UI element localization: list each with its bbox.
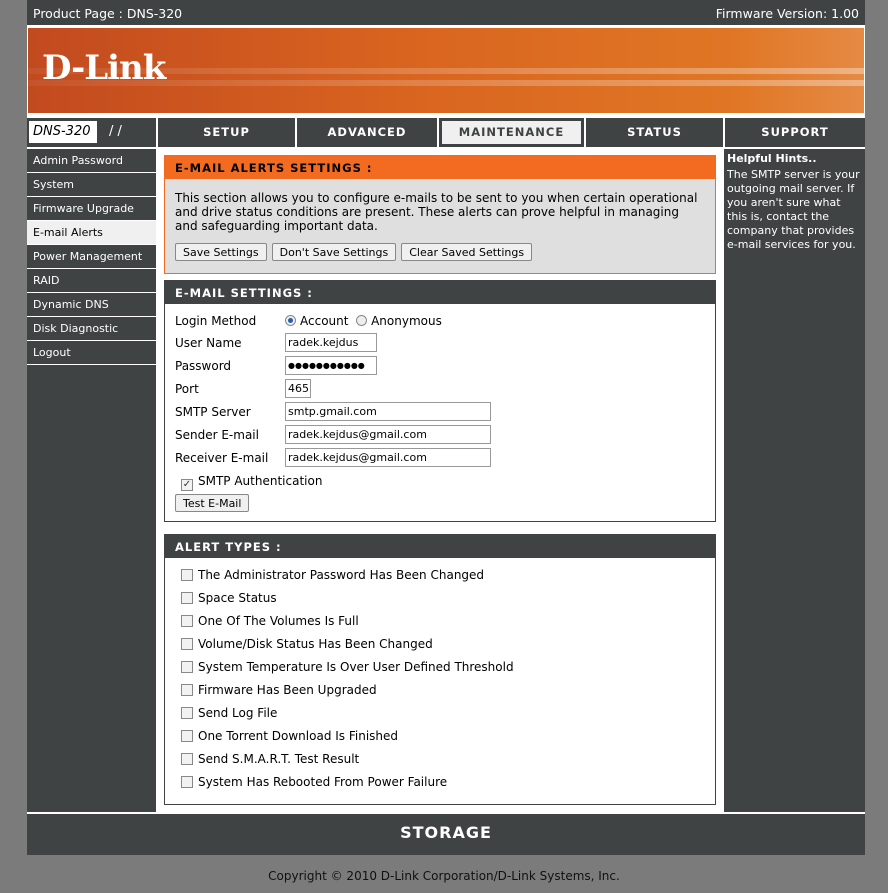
smtp-auth-checkbox[interactable]: ✓ — [181, 479, 193, 491]
sender-email-input[interactable]: radek.kejdus@gmail.com — [285, 425, 491, 444]
alert-type-item: One Of The Volumes Is Full — [181, 614, 359, 628]
sidebar-item-logout[interactable]: Logout — [27, 341, 156, 365]
copyright: Copyright © 2010 D-Link Corporation/D-Li… — [268, 869, 620, 883]
clear-saved-settings-button[interactable]: Clear Saved Settings — [401, 243, 533, 261]
alert-label: Volume/Disk Status Has Been Changed — [198, 637, 433, 651]
alert-label: System Has Rebooted From Power Failure — [198, 775, 448, 789]
login-method-label: Login Method — [175, 314, 257, 328]
section-title: E-MAIL ALERTS SETTINGS : — [165, 156, 715, 179]
alert-checkbox[interactable] — [181, 684, 193, 696]
alert-type-item: Space Status — [181, 591, 277, 605]
alert-label: Firmware Has Been Upgraded — [198, 683, 377, 697]
sidebar-item-admin-password[interactable]: Admin Password — [27, 149, 156, 173]
smtp-auth-label: SMTP Authentication — [198, 474, 323, 488]
main-nav: DNS-320/ / SETUP ADVANCED MAINTENANCE ST… — [27, 118, 865, 147]
alert-type-item: The Administrator Password Has Been Chan… — [181, 568, 484, 582]
alert-type-item: One Torrent Download Is Finished — [181, 729, 398, 743]
banner: D-Link — [28, 28, 864, 113]
email-settings-section: E-MAIL SETTINGS : Login Method Account A… — [164, 280, 716, 522]
alert-types-section: ALERT TYPES : The Administrator Password… — [164, 534, 716, 805]
storage-footer: STORAGE — [27, 814, 865, 855]
alert-type-item: Send Log File — [181, 706, 277, 720]
sidebar-item-system[interactable]: System — [27, 173, 156, 197]
receiver-email-input[interactable]: radek.kejdus@gmail.com — [285, 448, 491, 467]
save-settings-button[interactable]: Save Settings — [175, 243, 267, 261]
alert-checkbox[interactable] — [181, 592, 193, 604]
section-title: ALERT TYPES : — [165, 535, 715, 558]
port-label: Port — [175, 382, 199, 396]
alert-type-item: System Has Rebooted From Power Failure — [181, 775, 447, 789]
tab-advanced[interactable]: ADVANCED — [297, 118, 437, 147]
alert-label: One Torrent Download Is Finished — [198, 729, 399, 743]
alert-label: System Temperature Is Over User Defined … — [198, 660, 514, 674]
smtp-server-label: SMTP Server — [175, 405, 251, 419]
alert-label: The Administrator Password Has Been Chan… — [198, 568, 485, 582]
alert-checkbox[interactable] — [181, 661, 193, 673]
alert-checkbox[interactable] — [181, 638, 193, 650]
hints-text: The SMTP server is your outgoing mail se… — [727, 168, 860, 251]
account-radio[interactable] — [285, 315, 296, 326]
alert-type-item: Firmware Has Been Upgraded — [181, 683, 377, 697]
tab-maintenance[interactable]: MAINTENANCE — [439, 118, 584, 147]
alert-label: Send Log File — [198, 706, 278, 720]
account-label: Account — [300, 314, 349, 328]
alert-checkbox[interactable] — [181, 730, 193, 742]
sidebar-item-dynamic-dns[interactable]: Dynamic DNS — [27, 293, 156, 317]
helpful-hints: Helpful Hints.. The SMTP server is your … — [724, 149, 865, 812]
test-email-button[interactable]: Test E-Mail — [175, 494, 250, 512]
smtp-server-input[interactable]: smtp.gmail.com — [285, 402, 491, 421]
alert-checkbox[interactable] — [181, 776, 193, 788]
sidebar-item-power-management[interactable]: Power Management — [27, 245, 156, 269]
top-bar: Product Page : DNS-320 Firmware Version:… — [27, 0, 865, 25]
sidebar-item-firmware-upgrade[interactable]: Firmware Upgrade — [27, 197, 156, 221]
alert-type-item: Send S.M.A.R.T. Test Result — [181, 752, 359, 766]
alert-checkbox[interactable] — [181, 707, 193, 719]
receiver-email-label: Receiver E-mail — [175, 451, 269, 465]
dlink-logo: D-Link — [42, 48, 166, 88]
tab-support[interactable]: SUPPORT — [725, 118, 865, 147]
page: Product Page : DNS-320 Firmware Version:… — [27, 0, 865, 855]
sender-email-label: Sender E-mail — [175, 428, 259, 442]
firmware-version: Firmware Version: 1.00 — [715, 6, 859, 21]
anonymous-radio[interactable] — [356, 315, 368, 326]
port-input[interactable]: 465 — [285, 379, 311, 398]
dont-save-settings-button[interactable]: Don't Save Settings — [271, 243, 397, 261]
section-description: This section allows you to configure e-m… — [175, 191, 698, 233]
alert-checkbox[interactable] — [181, 615, 193, 627]
alert-label: Send S.M.A.R.T. Test Result — [198, 752, 360, 766]
tab-setup[interactable]: SETUP — [158, 118, 295, 147]
alert-label: Space Status — [198, 591, 277, 605]
alert-type-item: System Temperature Is Over User Defined … — [181, 660, 514, 674]
alert-checkbox[interactable] — [181, 569, 193, 581]
alert-type-item: Volume/Disk Status Has Been Changed — [181, 637, 433, 651]
sidebar: Admin Password System Firmware Upgrade E-ma… — [27, 149, 156, 812]
product-page: Product Page : DNS-320 — [33, 6, 183, 21]
hints-title: Helpful Hints.. — [727, 152, 817, 165]
password-input[interactable]: ●●●●●●●●●●● — [285, 356, 377, 375]
tab-status[interactable]: STATUS — [586, 118, 723, 147]
anonymous-label: Anonymous — [371, 314, 442, 328]
model-label: DNS-320/ / — [27, 118, 156, 147]
username-input[interactable]: radek.kejdus — [285, 333, 377, 352]
sidebar-item-e-mail-alerts[interactable]: E-mail Alerts — [27, 221, 156, 245]
username-label: User Name — [175, 336, 242, 350]
sidebar-item-disk-diagnostic[interactable]: Disk Diagnostic — [27, 317, 156, 341]
sidebar-item-raid[interactable]: RAID — [27, 269, 156, 293]
password-label: Password — [175, 359, 232, 373]
alert-label: One Of The Volumes Is Full — [198, 614, 359, 628]
alert-checkbox[interactable] — [181, 753, 193, 765]
section-title: E-MAIL SETTINGS : — [165, 281, 715, 304]
email-alerts-settings-section: E-MAIL ALERTS SETTINGS : This section al… — [164, 155, 716, 274]
main-content: E-MAIL ALERTS SETTINGS : This section al… — [158, 149, 722, 812]
